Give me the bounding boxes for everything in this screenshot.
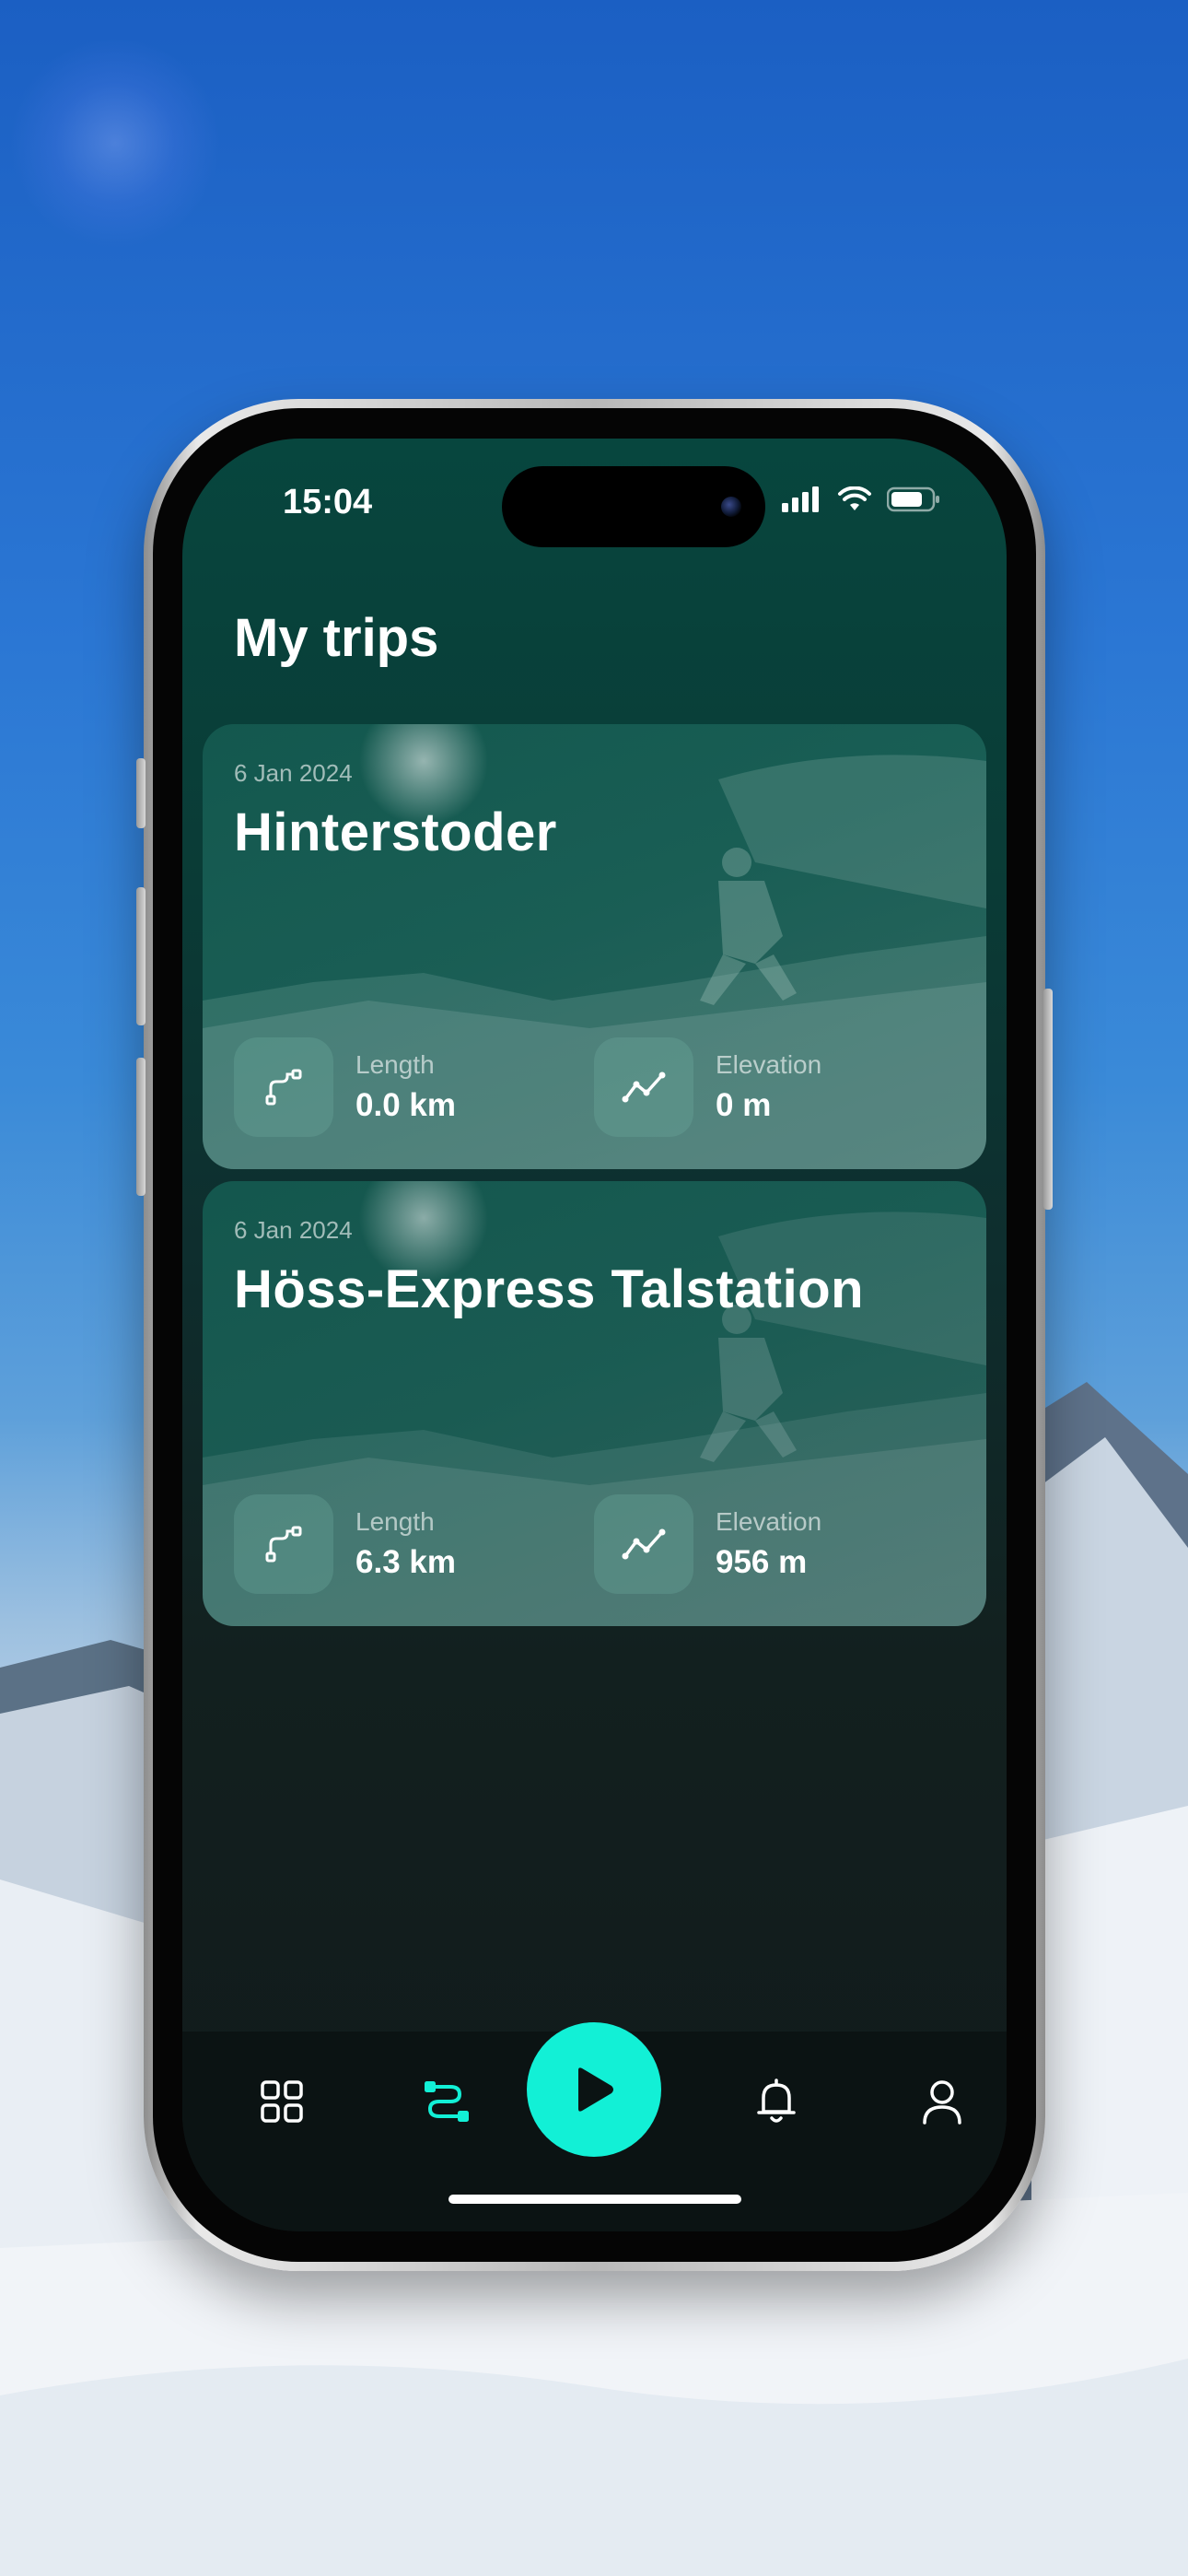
length-value: 6.3 km bbox=[355, 1544, 456, 1580]
elevation-value: 0 m bbox=[716, 1087, 772, 1123]
camera-icon bbox=[721, 497, 741, 517]
trip-card[interactable]: 6 Jan 2024 Höss-Express Talstation Lengt… bbox=[203, 1181, 986, 1626]
page-title: My trips bbox=[234, 608, 439, 668]
volume-up-button bbox=[136, 887, 146, 1025]
tab-profile[interactable] bbox=[905, 2065, 979, 2138]
elevation-stat-icon-box bbox=[594, 1037, 693, 1137]
length-stat-icon-box bbox=[234, 1494, 333, 1594]
bell-icon bbox=[757, 2078, 796, 2123]
play-icon bbox=[578, 2067, 613, 2112]
home-indicator[interactable] bbox=[448, 2195, 741, 2204]
length-label: Length bbox=[355, 1050, 435, 1079]
grid-icon bbox=[261, 2080, 303, 2123]
tab-notifications[interactable] bbox=[740, 2065, 813, 2138]
sun-flare bbox=[9, 37, 221, 249]
length-value: 0.0 km bbox=[355, 1087, 456, 1123]
status-icons bbox=[782, 486, 940, 512]
elevation-chart-icon bbox=[622, 1071, 666, 1103]
volume-down-button bbox=[136, 1058, 146, 1196]
route-icon bbox=[425, 2081, 469, 2122]
profile-icon bbox=[923, 2080, 961, 2125]
power-button bbox=[1043, 989, 1053, 1210]
start-tracking-button[interactable] bbox=[527, 2022, 661, 2157]
status-time: 15:04 bbox=[283, 483, 373, 521]
wifi-icon bbox=[838, 486, 871, 510]
elevation-label: Elevation bbox=[716, 1507, 822, 1536]
route-length-icon bbox=[265, 1069, 302, 1106]
trip-card[interactable]: 6 Jan 2024 Hinterstoder Length 0.0 km El… bbox=[203, 724, 986, 1169]
battery-icon bbox=[887, 486, 939, 512]
action-button bbox=[136, 758, 146, 828]
route-length-icon bbox=[265, 1526, 302, 1563]
length-label: Length bbox=[355, 1507, 435, 1536]
length-stat-icon-box bbox=[234, 1037, 333, 1137]
trip-date: 6 Jan 2024 bbox=[234, 1216, 353, 1244]
phone-frame: 15:04 My trips 6 Jan 2024 Hinterstoder L… bbox=[136, 399, 1053, 2271]
cellular-signal-icon bbox=[782, 486, 819, 512]
dynamic-island bbox=[502, 466, 765, 547]
tab-dashboard[interactable] bbox=[245, 2065, 319, 2138]
elevation-stat-icon-box bbox=[594, 1494, 693, 1594]
elevation-value: 956 m bbox=[716, 1544, 808, 1580]
elevation-label: Elevation bbox=[716, 1050, 822, 1079]
app-screen: 15:04 My trips 6 Jan 2024 Hinterstoder L… bbox=[182, 439, 1007, 2231]
elevation-chart-icon bbox=[622, 1528, 666, 1560]
trip-name: Hinterstoder bbox=[234, 802, 557, 862]
trip-date: 6 Jan 2024 bbox=[234, 759, 353, 787]
trip-name: Höss-Express Talstation bbox=[234, 1259, 865, 1319]
tab-trips[interactable] bbox=[410, 2065, 483, 2138]
